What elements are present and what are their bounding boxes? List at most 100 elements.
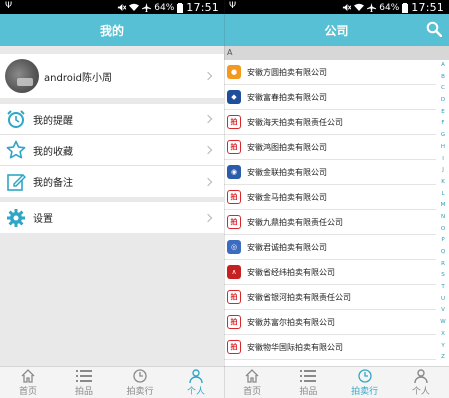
company-list-item[interactable]: ◆ 安徽富春拍卖有限公司 [224,85,436,110]
star-icon [5,139,27,161]
chevron-right-icon [203,177,213,186]
company-list-item[interactable]: 拍安徽苏富尔拍卖有限公司 [224,310,436,335]
mute-icon [343,3,352,12]
index-letter[interactable]: X [441,329,445,341]
page-title: 我的 [99,23,124,38]
company-logo-icon: ∧ [227,265,241,279]
index-letter[interactable]: R [441,259,445,271]
company-list-item[interactable]: 拍安徽省银河拍卖有限责任公司 [224,285,436,310]
tab-label: 拍卖行 [126,387,154,397]
tab-profile[interactable]: 个人 [168,367,224,398]
company-list-item[interactable]: 拍安徽海天拍卖有限责任公司 [224,110,436,135]
index-letter[interactable]: C [441,83,445,95]
company-list-item[interactable]: 拍安徽鸿图拍卖有限公司 [224,135,436,160]
clock-time: 17:51 [186,1,219,14]
settings-group: 设置 [0,202,224,233]
battery-icon [177,2,184,13]
index-letter[interactable]: J [442,165,444,177]
company-name: 安徽苏富尔拍卖有限公司 [247,317,335,327]
menu-item-label: 我的备注 [33,178,73,189]
chevron-right-icon [203,145,213,155]
tab-items[interactable]: 拍品 [56,367,112,398]
index-letter[interactable]: P [441,235,444,247]
tab-auction-houses[interactable]: 拍卖行 [337,367,393,398]
profile-screen: Ψ 64% 17:51 我的 android陈小周 我的提醒 我的收藏 我的备注… [0,0,224,398]
tab-home[interactable]: 首页 [224,367,280,398]
index-letter[interactable]: W [440,317,445,329]
company-list-item[interactable]: 拍安徽金马拍卖有限公司 [224,185,436,210]
index-letter[interactable]: Z [441,352,445,364]
alphabet-index[interactable]: ABCDEFGHIJKLMNOPQRSTUVWXYZ# [437,60,449,376]
index-letter[interactable]: V [441,305,445,317]
menu-item-label: 我的收藏 [33,146,73,158]
company-name: 安徽省银河拍卖有限责任公司 [247,292,351,302]
chevron-right-icon [203,114,213,124]
bottom-tab-bar: 首页 拍品 拍卖行 个人 [0,366,224,398]
index-letter[interactable]: U [441,294,445,306]
section-header: A [224,46,449,60]
company-name: 安徽海天拍卖有限责任公司 [247,117,343,127]
profile-row[interactable]: android陈小周 [0,54,224,98]
company-logo-icon: 拍 [227,190,241,204]
pane-divider [224,0,225,398]
menu-item-label: 我的提醒 [33,115,73,127]
battery-icon [402,2,409,13]
index-letter[interactable]: F [441,118,444,130]
company-logo-icon: ● [227,65,241,79]
tab-auction-houses[interactable]: 拍卖行 [112,367,168,398]
company-list-item[interactable]: ◎ 安徽君诚拍卖有限公司 [224,235,436,260]
tab-items[interactable]: 拍品 [280,367,336,398]
menu-item-favorites[interactable]: 我的收藏 [0,135,224,166]
index-letter[interactable]: O [441,224,445,236]
index-letter[interactable]: Q [441,247,445,259]
index-letter[interactable]: G [441,130,445,142]
index-letter[interactable]: A [441,60,445,72]
index-letter[interactable]: B [441,72,445,84]
menu-group: 我的提醒 我的收藏 我的备注 [0,104,224,197]
menu-item-reminders[interactable]: 我的提醒 [0,104,224,135]
index-letter[interactable]: E [441,107,444,119]
company-list-item[interactable]: ∧ 安徽省经纬拍卖有限公司 [224,260,436,285]
company-list-item[interactable]: ◉ 安徽金联拍卖有限公司 [224,160,436,185]
title-bar: 我的 [0,14,224,46]
company-logo-icon: 拍 [227,290,241,304]
title-bar: 公司 [224,14,449,46]
company-logo-icon: ◉ [227,165,241,179]
company-name: 安徽金马拍卖有限公司 [247,192,327,202]
index-letter[interactable]: N [441,212,445,224]
tab-label: 首页 [18,387,37,397]
company-name: 安徽省经纬拍卖有限公司 [247,267,335,277]
menu-item-notes[interactable]: 我的备注 [0,166,224,197]
index-letter[interactable]: T [441,282,444,294]
settings-label: 设置 [33,214,53,225]
menu-item-settings[interactable]: 设置 [0,202,224,233]
index-letter[interactable]: H [441,142,445,154]
search-icon[interactable] [426,21,443,40]
index-letter[interactable]: S [441,270,445,282]
index-letter[interactable]: D [441,95,445,107]
company-name: 安徽物华国际拍卖有限公司 [247,342,343,352]
person-icon [189,368,203,383]
company-list-item[interactable]: 拍安徽九鼎拍卖有限责任公司 [224,210,436,235]
company-list-item[interactable]: ● 安徽方圆拍卖有限公司 [224,60,436,85]
gear-icon [5,207,27,229]
company-name: 安徽富春拍卖有限公司 [247,92,327,102]
battery-percent: 64% [154,2,175,13]
person-icon [414,368,428,383]
tab-home[interactable]: 首页 [0,367,56,398]
status-bar: Ψ 64% 17:51 [0,0,224,14]
clock-time: 17:51 [411,1,444,14]
home-icon [21,368,35,383]
company-list-item[interactable]: 拍安徽物华国际拍卖有限公司 [224,335,436,360]
tab-label: 个人 [186,387,205,397]
tab-label: 拍品 [299,387,318,397]
index-letter[interactable]: M [441,200,446,212]
index-letter[interactable]: Y [441,341,444,353]
index-letter[interactable]: I [442,154,444,166]
index-letter[interactable]: K [441,177,445,189]
tab-profile[interactable]: 个人 [393,367,449,398]
company-name: 安徽君诚拍卖有限公司 [247,242,327,252]
company-logo-icon: ◎ [227,240,241,254]
index-letter[interactable]: L [441,189,444,201]
chevron-right-icon [203,213,213,222]
